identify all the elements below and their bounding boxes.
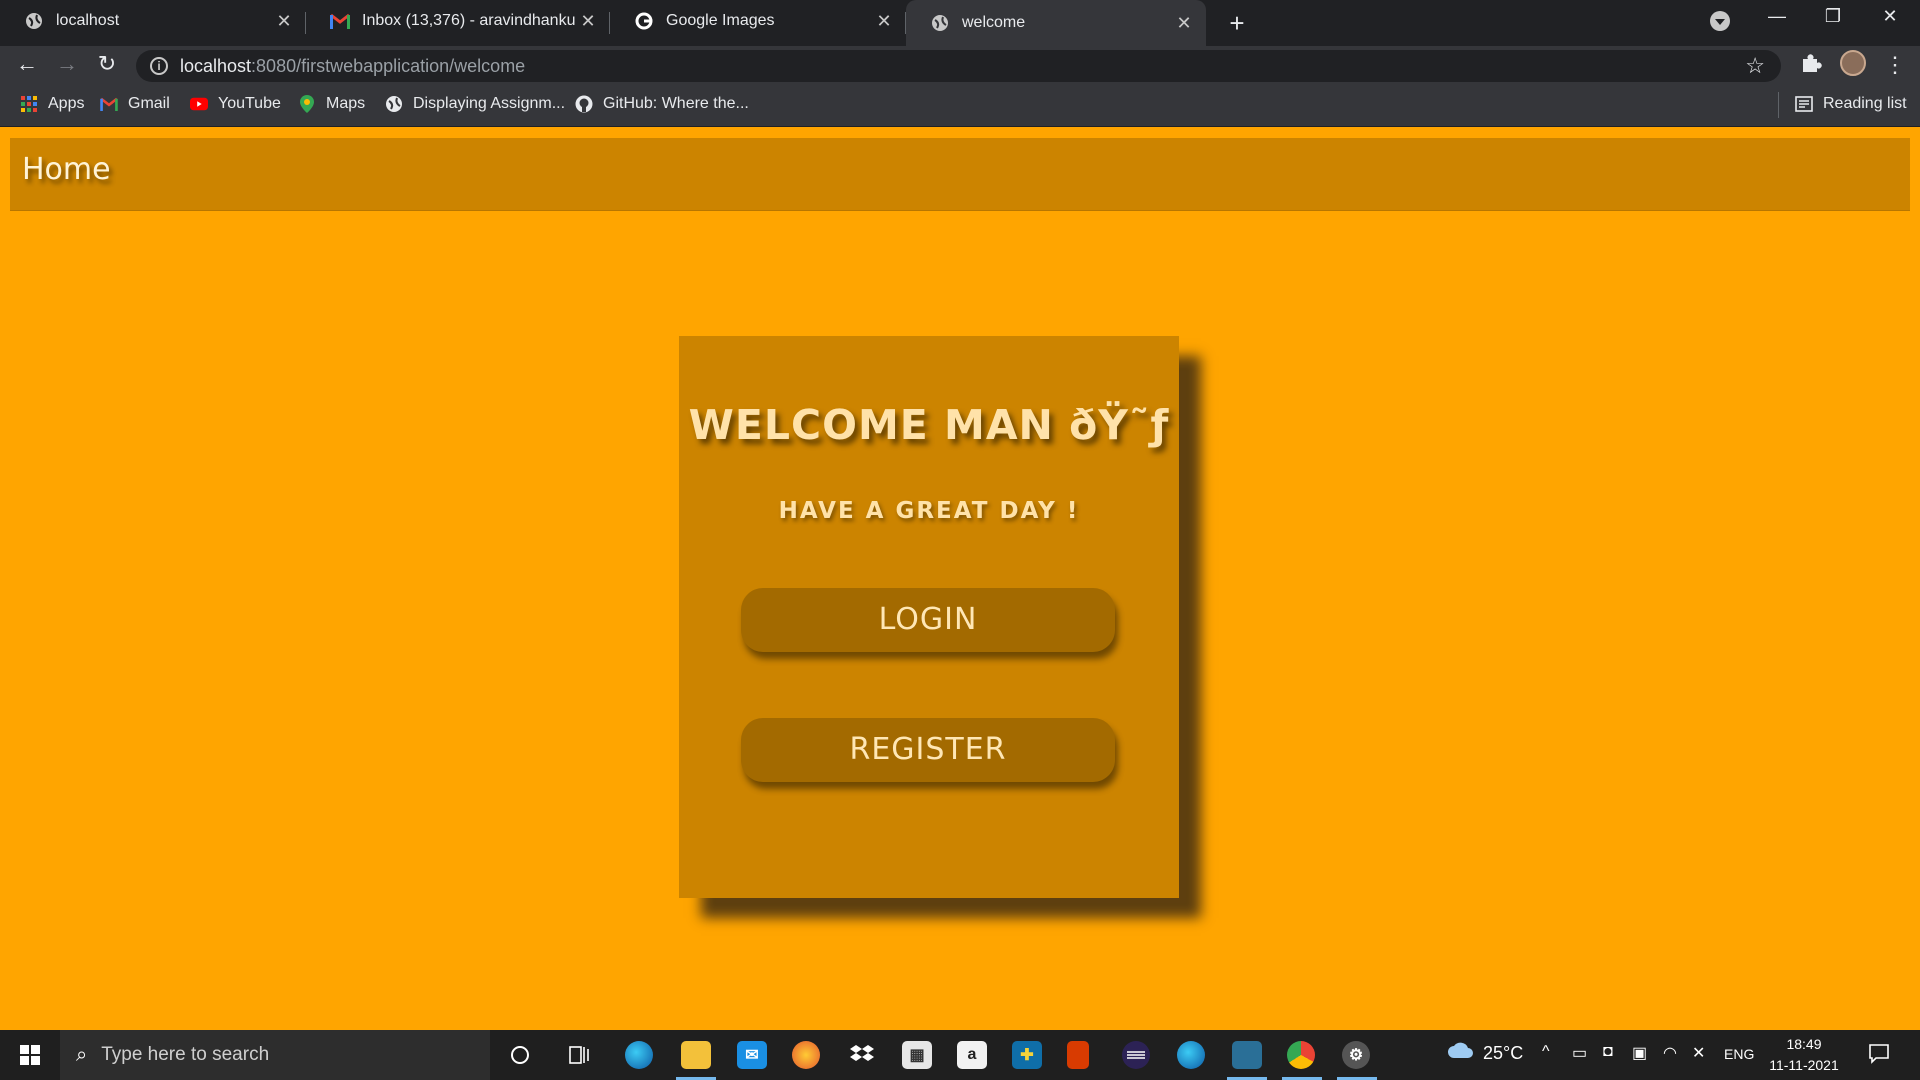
address-bar[interactable]: i localhost:8080/firstwebapplication/wel… <box>136 50 1781 82</box>
bookmark-label: Maps <box>326 95 366 112</box>
app-icon[interactable]: ✚ <box>1012 1041 1042 1069</box>
bookmark-label: Apps <box>48 95 85 112</box>
maps-pin-icon <box>298 95 316 113</box>
bookmark-label: YouTube <box>218 95 281 112</box>
tab-close-icon[interactable]: ✕ <box>576 11 600 32</box>
address-host: localhost <box>180 55 252 76</box>
settings-gear-icon[interactable]: ⚙ <box>1337 1041 1377 1080</box>
bookmark-label: Gmail <box>128 95 170 112</box>
bookmark-apps[interactable]: Apps <box>20 95 84 113</box>
tab-title: Inbox (13,376) - aravindhankuma <box>362 12 576 29</box>
cortana-circle-icon[interactable] <box>505 1041 535 1069</box>
extensions-puzzle-icon[interactable] <box>1800 52 1822 80</box>
window-close-icon[interactable]: ✕ <box>1875 6 1905 27</box>
register-button[interactable]: REGISTER <box>741 718 1115 782</box>
tab-search-chevron-icon[interactable] <box>1710 11 1730 31</box>
chrome-icon[interactable] <box>1282 1041 1322 1080</box>
page-viewport: Home WELCOME MAN ðŸ˜ƒ HAVE A GREAT DAY !… <box>0 128 1920 1030</box>
tab-google-images[interactable]: Google Images ✕ <box>610 0 906 42</box>
language-indicator[interactable]: ENG <box>1724 1046 1754 1062</box>
login-button[interactable]: LOGIN <box>741 588 1115 652</box>
bookmark-maps[interactable]: Maps <box>298 95 365 113</box>
gmail-icon <box>100 95 118 113</box>
back-arrow-icon[interactable]: ← <box>12 51 42 77</box>
home-link[interactable]: Home <box>22 152 111 187</box>
eclipse-icon[interactable] <box>1122 1041 1150 1069</box>
tab-localhost[interactable]: localhost ✕ <box>0 0 306 42</box>
file-explorer-icon[interactable] <box>676 1041 716 1080</box>
globe-icon <box>24 11 44 31</box>
taskbar-search-placeholder: Type here to search <box>101 1044 270 1065</box>
office-icon[interactable] <box>1067 1041 1089 1069</box>
taskbar-search-box[interactable]: ⌕ Type here to search <box>60 1030 490 1080</box>
tab-title: Google Images <box>666 12 775 29</box>
dropbox-icon[interactable] <box>847 1041 877 1069</box>
github-icon <box>575 95 593 113</box>
new-tab-plus-icon[interactable]: + <box>1222 8 1252 39</box>
apps-grid-icon <box>20 95 38 113</box>
bookmarks-divider <box>1778 92 1779 118</box>
browser-toolbar: ← → ↻ i localhost:8080/firstwebapplicati… <box>0 46 1920 86</box>
tab-welcome[interactable]: welcome ✕ <box>906 0 1206 46</box>
top-nav-bar: Home <box>10 138 1910 211</box>
windows-start-icon[interactable] <box>20 1045 40 1065</box>
battery-icon[interactable]: ▭ <box>1572 1043 1587 1063</box>
amazon-icon[interactable]: a <box>957 1041 987 1069</box>
globe-icon <box>930 13 950 33</box>
tab-close-icon[interactable]: ✕ <box>872 11 896 32</box>
clock-date: 11-11-2021 <box>1769 1057 1839 1073</box>
tab-close-icon[interactable]: ✕ <box>1172 13 1196 34</box>
tray-chevron-up-icon[interactable]: ^ <box>1542 1043 1550 1061</box>
welcome-subtitle: HAVE A GREAT DAY ! <box>778 498 1080 524</box>
tab-strip: localhost ✕ Inbox (13,376) - aravindhank… <box>0 0 1920 46</box>
tab-title: localhost <box>56 12 120 29</box>
tab-close-icon[interactable]: ✕ <box>272 11 296 32</box>
forward-arrow-icon[interactable]: → <box>52 51 82 77</box>
speaker-muted-icon[interactable]: ✕ <box>1692 1043 1705 1063</box>
welcome-card: WELCOME MAN ðŸ˜ƒ HAVE A GREAT DAY ! LOGI… <box>679 336 1179 898</box>
firefox-icon[interactable] <box>792 1041 820 1069</box>
bookmark-github[interactable]: GitHub: Where the... <box>575 95 749 113</box>
microsoft-store-icon[interactable]: ▦ <box>902 1041 932 1069</box>
bookmark-label: Displaying Assignm... <box>413 95 566 112</box>
bookmark-youtube[interactable]: YouTube <box>190 95 281 113</box>
minimize-icon[interactable]: — <box>1762 6 1792 27</box>
reading-list-button[interactable]: Reading list <box>1795 95 1907 113</box>
google-icon <box>634 11 654 31</box>
windows-taskbar: ⌕ Type here to search ✉ ▦ a ✚ ⚙ 25°C ^ ▭… <box>0 1030 1920 1080</box>
display-icon[interactable]: ▣ <box>1632 1043 1647 1063</box>
profile-avatar[interactable] <box>1840 50 1866 76</box>
task-view-icon[interactable] <box>565 1041 595 1069</box>
taskbar-clock[interactable]: 18:49 11-11-2021 <box>1764 1034 1844 1076</box>
site-info-icon[interactable]: i <box>150 57 168 75</box>
bookmark-displaying-assignment[interactable]: Displaying Assignm... <box>385 95 565 113</box>
camera-icon[interactable]: ◘ <box>1603 1043 1613 1061</box>
edge-browser-icon[interactable] <box>625 1041 653 1069</box>
search-icon: ⌕ <box>76 1043 88 1066</box>
weather-temperature[interactable]: 25°C <box>1483 1043 1523 1064</box>
address-path: :8080/firstwebapplication/welcome <box>251 55 526 76</box>
weather-cloud-icon[interactable] <box>1446 1040 1474 1065</box>
reading-list-icon <box>1795 95 1813 113</box>
welcome-heading: WELCOME MAN ðŸ˜ƒ <box>688 401 1170 449</box>
mail-icon[interactable]: ✉ <box>737 1041 767 1069</box>
reload-icon[interactable]: ↻ <box>92 51 122 77</box>
reading-list-label: Reading list <box>1823 95 1907 112</box>
restore-icon[interactable]: ❐ <box>1818 6 1848 27</box>
tab-title: welcome <box>962 14 1026 31</box>
gmail-icon <box>330 11 350 31</box>
browser-menu-kebab-icon[interactable]: ⋮ <box>1884 52 1906 78</box>
wifi-icon[interactable]: ◠ <box>1663 1043 1677 1063</box>
youtube-icon <box>190 95 208 113</box>
notifications-icon[interactable] <box>1868 1042 1890 1069</box>
mysql-workbench-icon[interactable] <box>1227 1041 1267 1080</box>
clock-time: 18:49 <box>1786 1036 1822 1052</box>
globe-icon <box>385 95 403 113</box>
bookmarks-bar: Apps Gmail YouTube Maps Displaying Assig… <box>0 86 1920 127</box>
edge-dev-icon[interactable] <box>1177 1041 1205 1069</box>
bookmark-star-icon[interactable]: ☆ <box>1745 53 1765 79</box>
tab-gmail-inbox[interactable]: Inbox (13,376) - aravindhankuma ✕ <box>306 0 610 42</box>
bookmark-label: GitHub: Where the... <box>603 95 749 112</box>
bookmark-gmail[interactable]: Gmail <box>100 95 170 113</box>
